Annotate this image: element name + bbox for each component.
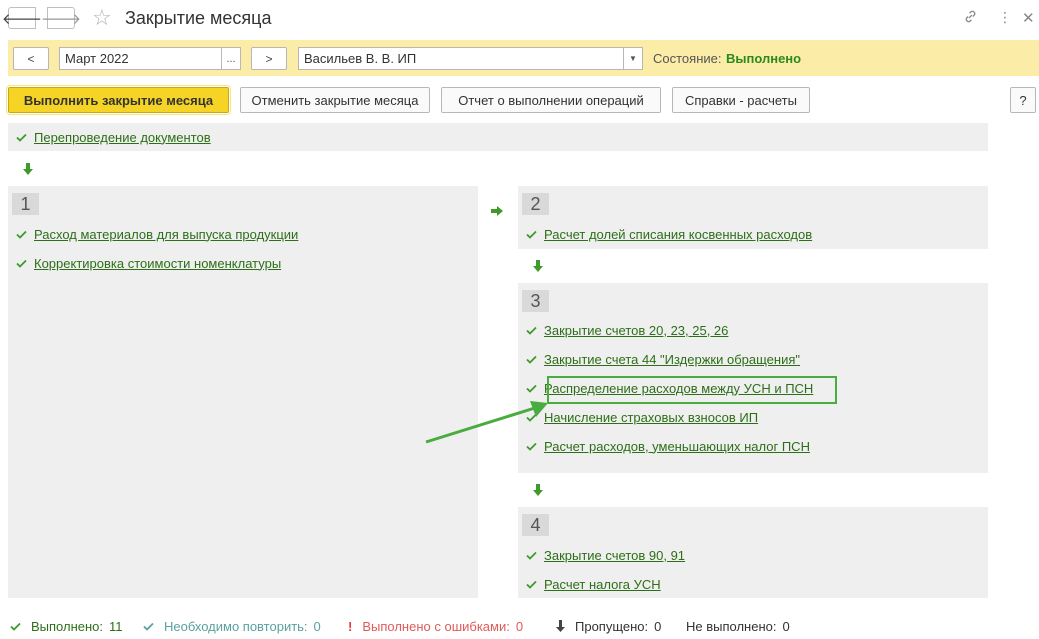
forward-button[interactable]: 🡒	[41, 7, 81, 29]
arrow-down-icon	[556, 620, 565, 632]
arrow-right-icon	[491, 204, 503, 219]
check-icon	[518, 230, 544, 239]
operations-report-button[interactable]: Отчет о выполнении операций	[441, 87, 661, 113]
back-button[interactable]: 🡐	[2, 7, 42, 29]
status-errors: ! Выполнено с ошибками: 0	[348, 617, 523, 635]
task-row: Корректировка стоимости номенклатуры	[8, 253, 281, 273]
check-icon	[10, 622, 21, 631]
cancel-month-close-button[interactable]: Отменить закрытие месяца	[240, 87, 430, 113]
run-month-close-button[interactable]: Выполнить закрытие месяца	[6, 85, 231, 115]
task-row: Перепроведение документов	[8, 127, 211, 147]
stage-number: 3	[522, 290, 549, 312]
chevron-down-icon: ▼	[629, 54, 637, 63]
status-done-count: 11	[109, 618, 123, 634]
star-icon[interactable]: ☆	[92, 6, 112, 30]
task-link-reposting[interactable]: Перепроведение документов	[34, 130, 211, 145]
status-done-label: Выполнено:	[31, 618, 104, 634]
forward-arrow-icon: 🡒	[40, 10, 82, 28]
task-link[interactable]: Закрытие счетов 90, 91	[544, 548, 685, 563]
status-not-done-label: Не выполнено:	[686, 618, 777, 634]
task-row: Расход материалов для выпуска продукции	[8, 224, 298, 244]
check-icon	[8, 133, 34, 142]
period-picker-button[interactable]: ...	[221, 47, 241, 70]
check-icon	[8, 259, 34, 268]
task-row: Закрытие счетов 90, 91	[518, 545, 685, 565]
stage-panel-2: 2 Расчет долей списания косвенных расход…	[518, 186, 988, 249]
references-calculations-button[interactable]: Справки - расчеты	[672, 87, 810, 113]
stage-number: 2	[522, 193, 549, 215]
task-row: Закрытие счетов 20, 23, 25, 26	[518, 320, 728, 340]
stage-panel-4: 4 Закрытие счетов 90, 91 Расчет налога У…	[518, 507, 988, 598]
task-link[interactable]: Закрытие счета 44 "Издержки обращения"	[544, 352, 800, 367]
check-icon	[143, 622, 154, 631]
next-period-button[interactable]: >	[251, 47, 287, 70]
task-link[interactable]: Закрытие счетов 20, 23, 25, 26	[544, 323, 728, 338]
annotation-arrow-icon	[425, 401, 548, 444]
task-link[interactable]: Расход материалов для выпуска продукции	[34, 227, 298, 242]
filter-bar: < Март 2022 ... > Васильев В. В. ИП ▼ Со…	[8, 40, 1039, 76]
task-link[interactable]: Расчет долей списания косвенных расходов	[544, 227, 812, 242]
top-task-panel: Перепроведение документов	[8, 123, 988, 151]
status-repeat-label: Необходимо повторить:	[164, 618, 308, 634]
check-icon	[518, 326, 544, 335]
check-icon	[8, 230, 34, 239]
stage-number: 4	[522, 514, 549, 536]
state-label: Состояние:	[653, 51, 722, 66]
organization-dropdown-button[interactable]: ▼	[623, 47, 643, 70]
task-row: Расчет расходов, уменьшающих налог ПСН	[518, 436, 810, 456]
check-icon	[518, 355, 544, 364]
task-row: Закрытие счета 44 "Издержки обращения"	[518, 349, 800, 369]
stage-panel-1: 1 Расход материалов для выпуска продукци…	[8, 186, 478, 598]
task-row: Расчет долей списания косвенных расходов	[518, 224, 812, 244]
arrow-down-icon	[23, 163, 33, 178]
arrow-down-icon	[533, 260, 543, 275]
back-arrow-icon: 🡐	[1, 10, 43, 28]
task-link[interactable]: Расчет налога УСН	[544, 577, 661, 592]
task-link[interactable]: Начисление страховых взносов ИП	[544, 410, 758, 425]
check-icon	[518, 580, 544, 589]
prev-period-button[interactable]: <	[13, 47, 49, 70]
status-skipped: Пропущено: 0	[556, 617, 661, 635]
state-value: Выполнено	[726, 51, 802, 66]
check-icon	[518, 551, 544, 560]
highlight-frame	[547, 376, 837, 404]
status-skipped-count: 0	[654, 618, 662, 634]
status-done: Выполнено: 11	[10, 617, 123, 635]
status-not-done-count: 0	[782, 618, 790, 634]
status-repeat-count: 0	[313, 618, 321, 634]
status-errors-label: Выполнено с ошибками:	[362, 618, 510, 634]
task-link[interactable]: Корректировка стоимости номенклатуры	[34, 256, 281, 271]
check-icon	[518, 384, 544, 393]
page-title: Закрытие месяца	[125, 8, 272, 28]
more-vertical-icon[interactable]: ⋮	[998, 9, 1012, 26]
status-skipped-label: Пропущено:	[575, 618, 649, 634]
status-repeat: Необходимо повторить: 0	[143, 617, 321, 635]
status-errors-count: 0	[515, 618, 524, 634]
period-field[interactable]: Март 2022	[59, 47, 222, 70]
link-icon[interactable]	[963, 9, 978, 28]
stage-number: 1	[12, 193, 39, 215]
exclamation-icon: !	[348, 618, 353, 634]
arrow-down-icon	[533, 484, 543, 499]
title-bar: 🡐 🡒 ☆ Закрытие месяца ⋮ ✕	[0, 0, 1039, 38]
status-not-done: Не выполнено: 0	[686, 617, 790, 635]
help-button[interactable]: ?	[1010, 87, 1036, 113]
task-link[interactable]: Расчет расходов, уменьшающих налог ПСН	[544, 439, 810, 454]
task-row: Расчет налога УСН	[518, 574, 661, 594]
organization-field[interactable]: Васильев В. В. ИП	[298, 47, 624, 70]
close-icon[interactable]: ✕	[1022, 9, 1035, 27]
